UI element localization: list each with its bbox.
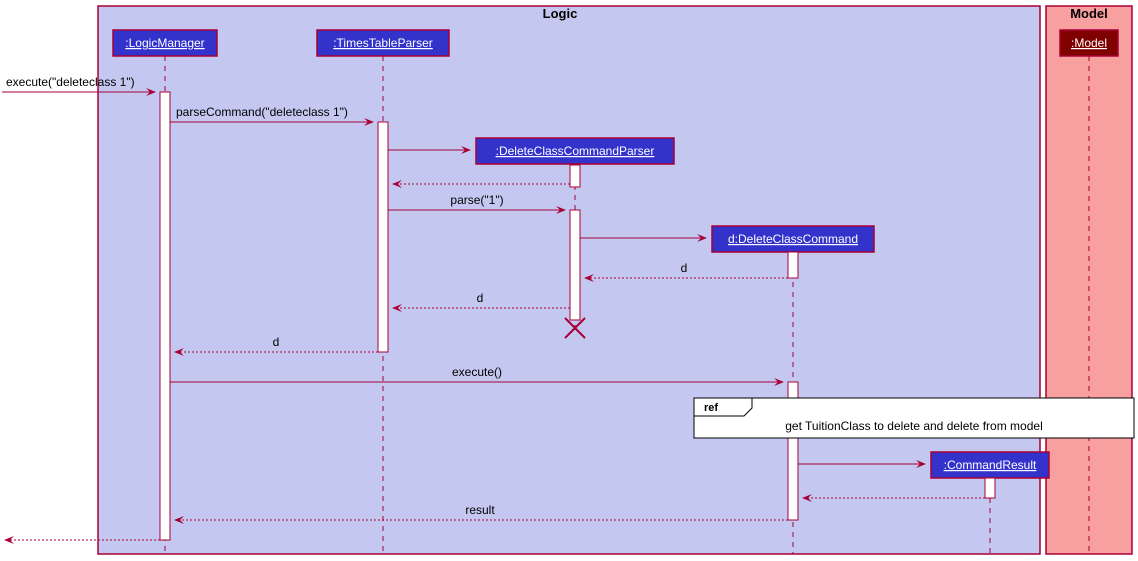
- frame-logic-title: Logic: [543, 6, 578, 21]
- activation-dcc-1: [788, 252, 798, 278]
- participant-delete-class-command-label: d:DeleteClassCommand: [728, 232, 858, 246]
- msg-execute-label: execute(): [452, 365, 502, 379]
- ref-text: get TuitionClass to delete and delete fr…: [785, 419, 1042, 433]
- msg-parse-command-label: parseCommand("deleteclass 1"): [176, 105, 348, 119]
- activation-logic-manager: [160, 92, 170, 540]
- msg-parse-label: parse("1"): [450, 193, 503, 207]
- ref-label: ref: [704, 402, 718, 414]
- msg-execute-entry-label: execute("deleteclass 1"): [6, 75, 135, 89]
- participant-logic-manager-label: :LogicManager: [125, 36, 204, 50]
- activation-times-table-parser: [378, 122, 388, 352]
- frame-logic: [98, 6, 1040, 554]
- arrow-return-out: [4, 536, 14, 544]
- activation-dccp-1: [570, 165, 580, 187]
- activation-dccp-2: [570, 210, 580, 320]
- msg-return-d2-label: d: [477, 291, 484, 305]
- msg-result-label: result: [465, 503, 495, 517]
- participant-command-result-label: :CommandResult: [944, 458, 1037, 472]
- msg-return-d1-label: d: [681, 261, 688, 275]
- participant-model-label: :Model: [1071, 36, 1107, 50]
- participant-times-table-parser-label: :TimesTableParser: [333, 36, 433, 50]
- participant-delete-class-command-parser-label: :DeleteClassCommandParser: [496, 144, 655, 158]
- frame-model-title: Model: [1070, 6, 1108, 21]
- ref-tab: [694, 398, 752, 416]
- activation-command-result: [985, 478, 995, 498]
- msg-return-d3-label: d: [273, 335, 280, 349]
